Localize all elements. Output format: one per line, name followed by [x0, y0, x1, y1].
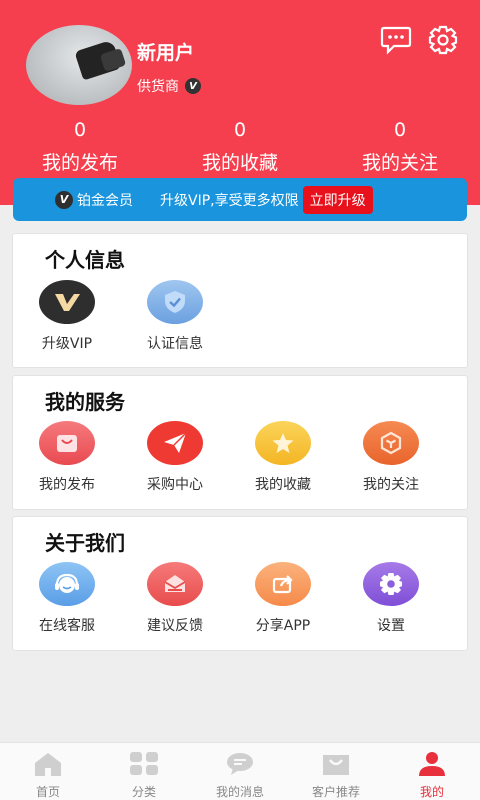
star-icon [255, 421, 311, 465]
tab-messages[interactable]: 我的消息 [192, 743, 288, 800]
vip-level: 铂金会员 [77, 192, 133, 209]
message-icon[interactable] [380, 25, 412, 55]
online-service-item[interactable]: 在线客服 [13, 562, 121, 635]
about-us-card: 关于我们 在线客服 建议反馈 分享APP 设置 [12, 516, 468, 651]
cube-icon [363, 421, 419, 465]
vip-description: 升级VIP,享受更多权限 [160, 192, 299, 209]
my-services-card: 我的服务 我的发布 采购中心 我的收藏 我的关注 [12, 375, 468, 510]
tab-label: 首页 [35, 785, 60, 799]
vip-badge-icon: V [185, 78, 201, 94]
stat-label: 我的发布 [41, 152, 118, 174]
feedback-item[interactable]: 建议反馈 [121, 562, 229, 635]
user-icon [419, 752, 445, 776]
stat-publish[interactable]: 0 我的发布 [0, 118, 160, 175]
item-label: 分享APP [255, 618, 311, 634]
shopping-bag-icon [323, 755, 349, 775]
home-icon [35, 753, 61, 776]
bag-icon [39, 421, 95, 465]
item-label: 我的关注 [363, 477, 419, 493]
stats-row: 0 我的发布 0 我的收藏 0 我的关注 [0, 118, 480, 175]
chat-icon [227, 753, 253, 775]
stat-count: 0 [233, 119, 247, 141]
profile-header: 新用户 供货商 V 0 我的发布 0 我的收藏 0 我的关注 [0, 0, 480, 205]
my-publish-item[interactable]: 我的发布 [13, 421, 121, 494]
username: 新用户 [137, 42, 195, 64]
upgrade-button[interactable]: 立即升级 [302, 185, 373, 214]
personal-info-card: 个人信息 升级VIP 认证信息 [12, 233, 468, 368]
item-label: 设置 [377, 618, 405, 634]
item-label: 升级VIP [41, 336, 93, 352]
vip-icon: V [55, 190, 73, 209]
item-label: 我的发布 [39, 477, 95, 493]
tab-recommend[interactable]: 客户推荐 [288, 743, 384, 800]
shield-check-icon [147, 280, 203, 324]
certification-item[interactable]: 认证信息 [121, 280, 229, 353]
tab-home[interactable]: 首页 [0, 743, 96, 800]
purchase-center-item[interactable]: 采购中心 [121, 421, 229, 494]
grid-icon [130, 752, 158, 775]
section-title: 关于我们 [45, 531, 125, 555]
settings-item[interactable]: 设置 [337, 562, 445, 635]
my-following-item[interactable]: 我的关注 [337, 421, 445, 494]
paper-plane-icon [147, 421, 203, 465]
section-title: 我的服务 [45, 390, 125, 414]
stat-label: 我的收藏 [201, 152, 278, 174]
avatar[interactable] [26, 25, 132, 105]
stat-count: 0 [393, 119, 407, 141]
item-label: 采购中心 [147, 477, 203, 493]
user-role: 供货商 V [137, 76, 201, 96]
tab-category[interactable]: 分类 [96, 743, 192, 800]
upgrade-vip-item[interactable]: 升级VIP [13, 280, 121, 353]
stat-label: 我的关注 [361, 152, 438, 174]
headset-icon [39, 562, 95, 606]
tab-label: 客户推荐 [311, 785, 360, 799]
item-label: 在线客服 [39, 618, 95, 634]
tab-label: 我的消息 [215, 785, 264, 799]
item-label: 我的收藏 [255, 477, 311, 493]
stat-favorites[interactable]: 0 我的收藏 [160, 118, 320, 175]
role-label: 供货商 [137, 79, 179, 95]
item-label: 认证信息 [147, 336, 203, 352]
vip-banner: V 铂金会员 升级VIP,享受更多权限 立即升级 [13, 178, 467, 221]
gear-icon[interactable] [427, 25, 459, 55]
share-icon [255, 562, 311, 606]
stat-following[interactable]: 0 我的关注 [320, 118, 480, 175]
vip-icon [39, 280, 95, 324]
section-title: 个人信息 [45, 248, 125, 272]
stat-count: 0 [73, 119, 87, 141]
item-label: 建议反馈 [147, 618, 203, 634]
my-favorites-item[interactable]: 我的收藏 [229, 421, 337, 494]
share-app-item[interactable]: 分享APP [229, 562, 337, 635]
tab-mine[interactable]: 我的 [384, 743, 480, 800]
mail-icon [147, 562, 203, 606]
gear-icon [363, 562, 419, 606]
tab-label: 我的 [419, 785, 444, 799]
bottom-tab-bar: 首页 分类 我的消息 客户推荐 我的 [0, 742, 480, 800]
tab-label: 分类 [131, 785, 156, 799]
